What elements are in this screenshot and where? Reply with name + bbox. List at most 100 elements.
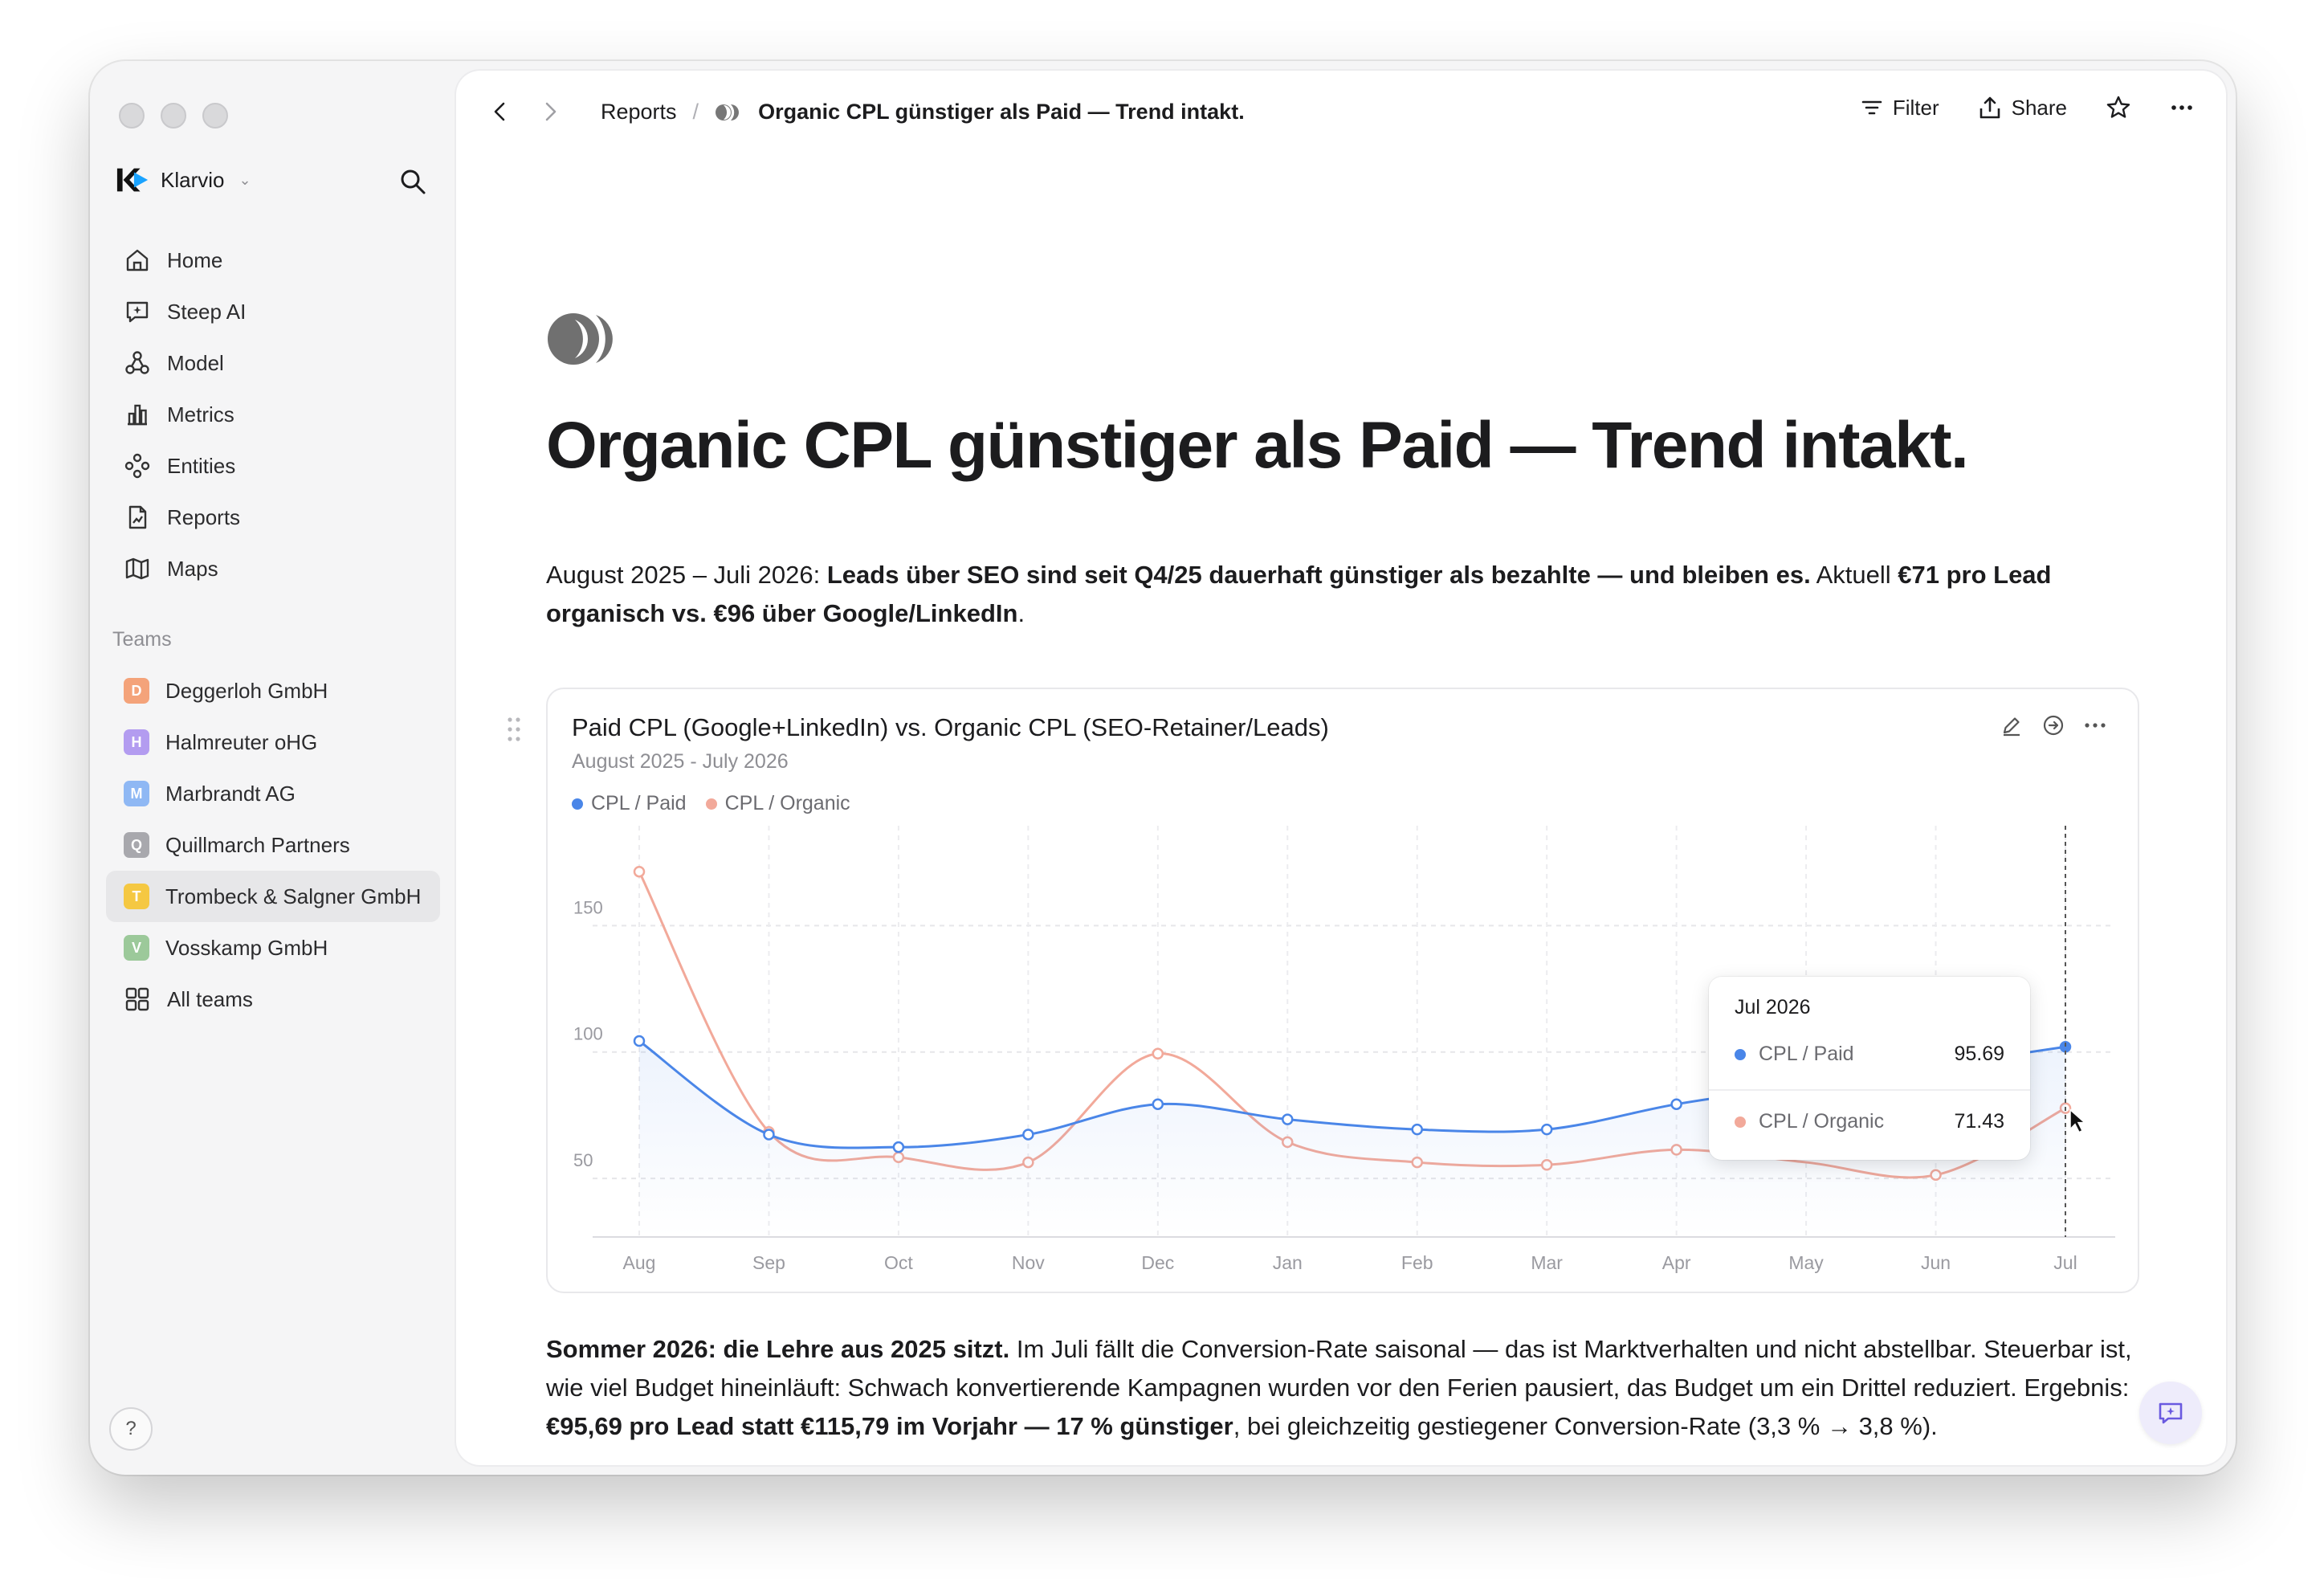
data-point-paid [1152,1098,1164,1110]
share-icon [1979,96,2000,119]
lead-text: . [1017,599,1025,627]
filter-button[interactable]: Filter [1861,96,1939,120]
sidebar-item-team-quillmarch[interactable]: Q Quillmarch Partners [106,819,440,871]
sidebar-item-label: Entities [167,453,236,478]
chart-tooltip: Jul 2026 CPL / Paid 95.69 CPL / Organic … [1709,977,2030,1160]
share-label: Share [2011,95,2067,120]
mouse-cursor-icon [2069,1108,2086,1133]
ai-chat-button[interactable] [2139,1382,2202,1444]
forward-arrow-icon[interactable] [538,100,562,128]
x-tick-label: Dec [1141,1252,1174,1273]
team-label: Quillmarch Partners [165,832,350,857]
chart-card: Paid CPL (Google+LinkedIn) vs. Organic C… [508,688,2139,1293]
x-tick-label: Apr [1662,1252,1691,1273]
back-arrow-icon[interactable] [488,100,512,128]
team-avatar: V [124,935,149,961]
drag-handle-icon[interactable] [506,716,522,746]
klarvio-logo-icon [116,165,149,194]
team-avatar: M [124,781,149,806]
top-bar: Reports / Organic CPL günstiger als Paid… [456,71,2226,151]
data-point-paid [633,1035,646,1047]
x-tick-label: Aug [623,1252,656,1273]
tooltip-row-organic: CPL / Organic 71.43 [1735,1110,2004,1133]
team-label: Vosskamp GmbH [165,935,328,960]
data-point-organic [633,865,646,878]
tooltip-swatch [1735,1048,1746,1060]
teams-list: D Deggerloh GmbH H Halmreuter oHG M Marb… [106,665,440,1025]
favorite-star-icon[interactable] [2106,95,2131,120]
sidebar-item-label: Maps [167,556,218,581]
sidebar-item-team-vosskamp[interactable]: V Vosskamp GmbH [106,922,440,974]
breadcrumb-reports[interactable]: Reports [601,100,677,125]
sidebar-item-team-trombeck[interactable]: T Trombeck & Salgner GmbH [106,871,440,922]
sidebar-item-steep-ai[interactable]: Steep AI [106,286,440,337]
team-label: All teams [167,986,253,1011]
data-point-paid [1411,1123,1423,1136]
lead-text: Aktuell [1810,561,1898,589]
sidebar-item-reports[interactable]: Reports [106,492,440,543]
teams-section-title: Teams [112,628,172,651]
breadcrumb-separator: / [692,100,699,124]
sidebar: Klarvio ⌄ Home Steep AI Model Metrics En… [90,61,456,1475]
share-button[interactable]: Share [1978,96,2067,120]
tooltip-series-name: CPL / Paid [1759,1043,1854,1065]
workspace-name: Klarvio [161,167,225,192]
filter-icon [1861,100,1882,115]
page-title: Organic CPL günstiger als Paid — Trend i… [546,409,1969,482]
chat-sparkle-icon [126,301,149,323]
sidebar-item-label: Metrics [167,402,234,427]
data-point-paid [1022,1129,1034,1141]
chat-sparkle-icon [2159,1402,2183,1424]
x-tick-label: Jul [2053,1252,2077,1273]
sidebar-item-team-deggerloh[interactable]: D Deggerloh GmbH [106,665,440,716]
x-tick-label: May [1788,1252,1824,1273]
report-type-icon [716,104,740,120]
team-label: Marbrandt AG [165,781,296,806]
tooltip-value: 71.43 [1954,1110,2004,1133]
help-button[interactable]: ? [109,1407,153,1451]
filter-label: Filter [1892,95,1939,120]
report-type-icon [546,312,630,370]
sidebar-item-maps[interactable]: Maps [106,543,440,594]
x-tick-label: Feb [1401,1252,1433,1273]
paragraph-emphasis: €95,69 pro Lead statt €115,79 im Vorjahr… [546,1412,1233,1440]
data-point-paid [1670,1098,1682,1110]
data-point-paid [763,1129,775,1141]
search-icon[interactable] [397,165,429,198]
tooltip-swatch [1735,1116,1746,1128]
sidebar-item-home[interactable]: Home [106,235,440,286]
sidebar-item-team-marbrandt[interactable]: M Marbrandt AG [106,768,440,819]
x-tick-label: Jun [1921,1252,1951,1273]
team-avatar: T [124,884,149,909]
body-paragraph: Sommer 2026: die Lehre aus 2025 sitzt. I… [546,1330,2136,1446]
x-tick-label: Jan [1273,1252,1303,1273]
map-icon [125,557,149,580]
breadcrumb-current[interactable]: Organic CPL günstiger als Paid — Trend i… [758,100,1245,125]
sidebar-item-team-halmreuter[interactable]: H Halmreuter oHG [106,716,440,768]
more-options-icon[interactable] [2170,96,2194,120]
sidebar-item-metrics[interactable]: Metrics [106,389,440,440]
lead-paragraph: August 2025 – Juli 2026: Leads über SEO … [546,556,2136,633]
tooltip-divider [1709,1089,2030,1091]
x-tick-label: Sep [752,1252,785,1273]
team-avatar: D [124,678,149,704]
sidebar-item-label: Reports [167,504,241,529]
sidebar-item-all-teams[interactable]: All teams [106,974,440,1025]
toolbar-actions: Filter Share [1861,95,2194,120]
sidebar-item-model[interactable]: Model [106,337,440,389]
app-window: Klarvio ⌄ Home Steep AI Model Metrics En… [90,61,2236,1475]
sidebar-item-entities[interactable]: Entities [106,440,440,492]
main-nav: Home Steep AI Model Metrics Entities Rep… [106,235,440,594]
model-icon [125,351,149,374]
sidebar-item-label: Steep AI [167,299,247,324]
workspace-switcher[interactable]: Klarvio ⌄ [116,165,251,194]
lead-text: August 2025 – Juli 2026: [546,561,827,589]
paragraph-text: , bei gleichzeitig gestiegener Conversio… [1233,1412,1938,1440]
team-label: Deggerloh GmbH [165,678,328,703]
paragraph-emphasis: Sommer 2026: die Lehre aus 2025 sitzt. [546,1335,1010,1363]
team-label: Halmreuter oHG [165,729,318,754]
sidebar-item-label: Home [167,247,223,272]
bar-chart-icon [128,404,147,426]
data-point-paid [892,1141,905,1153]
home-icon [126,249,149,271]
